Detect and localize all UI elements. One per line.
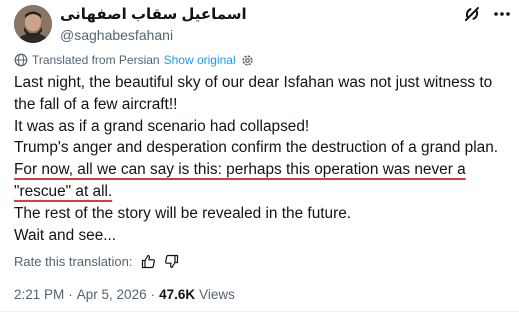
tweet-time[interactable]: 2:21 PM (14, 287, 64, 302)
avatar-image (14, 5, 52, 43)
tweet-line-highlighted: For now, all we can say is this: perhaps… (14, 159, 510, 181)
translation-info: Translated from Persian Show original (14, 52, 254, 68)
show-original-link[interactable]: Show original (164, 53, 236, 67)
avatar[interactable] (14, 5, 52, 43)
gear-icon[interactable] (241, 54, 254, 67)
tweet-line: Trump's anger and desperation confirm th… (14, 139, 499, 157)
tweet-line: The rest of the story will be revealed i… (14, 204, 352, 222)
rate-translation-label: Rate this translation: (14, 253, 133, 269)
meta-separator: · (150, 286, 156, 302)
highlighted-text: "rescue" at all. (14, 182, 113, 200)
views-label: Views (199, 286, 235, 302)
thumbs-up-icon[interactable] (141, 254, 156, 269)
author-handle[interactable]: @saghabesfahani (60, 27, 173, 43)
tweet-line: the fall of a few aircraft!! (14, 95, 178, 113)
meta-separator: · (68, 286, 73, 302)
thumbs-down-icon[interactable] (164, 254, 179, 269)
tweet-line: It was as if a grand scenario had collap… (14, 117, 310, 135)
divider (0, 311, 519, 312)
translated-from-label: Translated from Persian (32, 53, 160, 67)
tweet-date[interactable]: Apr 5, 2026 (77, 287, 147, 302)
more-icon[interactable] (493, 6, 511, 22)
rate-translation: Rate this translation: (14, 252, 187, 270)
tweet-meta: 2:21 PM · Apr 5, 2026 · 47.6K Views (14, 285, 235, 303)
grok-icon[interactable] (462, 4, 482, 24)
globe-icon (14, 53, 28, 67)
tweet-line: Last night, the beautiful sky of our dea… (14, 74, 493, 91)
tweet-line-highlighted: "rescue" at all. (14, 181, 510, 203)
tweet-line: Wait and see... (14, 226, 117, 244)
author-display-name[interactable]: اسماعیل سقاب اصفهانی (60, 5, 247, 23)
highlighted-text: For now, all we can say is this: perhaps… (14, 161, 466, 179)
views-count: 47.6K (159, 286, 196, 302)
tweet-text: Last night, the beautiful sky of our dea… (14, 72, 510, 246)
